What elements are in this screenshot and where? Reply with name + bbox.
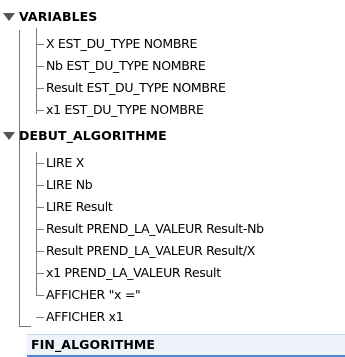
item-connector-line (36, 295, 44, 296)
tree-item[interactable]: LIRE Result (0, 196, 345, 218)
tree-item[interactable]: AFFICHER x1 (0, 306, 345, 328)
algorithm-tree: VARIABLES X EST_DU_TYPE NOMBRE Nb EST_DU… (0, 0, 345, 357)
item-connector-line (36, 273, 44, 274)
instruction-line: Result PREND_LA_VALEUR Result/X (46, 243, 256, 258)
tree-node-debut-algorithme[interactable]: DEBUT_ALGORITHME (0, 125, 345, 147)
section-label-debut: DEBUT_ALGORITHME (19, 128, 167, 143)
variable-declaration: X EST_DU_TYPE NOMBRE (46, 36, 198, 51)
instruction-line: LIRE Result (46, 199, 113, 214)
item-connector-line (36, 207, 44, 208)
tree-item[interactable]: Result EST_DU_TYPE NOMBRE (0, 77, 345, 99)
instruction-line: AFFICHER x1 (46, 309, 124, 324)
section-label-fin: FIN_ALGORITHME (31, 337, 156, 352)
instruction-line: AFFICHER "x =" (46, 287, 141, 302)
tree-item[interactable]: Nb EST_DU_TYPE NOMBRE (0, 55, 345, 77)
tree-item[interactable]: LIRE Nb (0, 174, 345, 196)
variable-declaration: x1 EST_DU_TYPE NOMBRE (46, 102, 204, 117)
instruction-line: x1 PREND_LA_VALEUR Result (46, 265, 221, 280)
tree-node-variables[interactable]: VARIABLES (0, 6, 345, 28)
item-connector-line (36, 251, 44, 252)
instruction-line: LIRE Nb (46, 177, 93, 192)
tree-node-fin-algorithme[interactable]: FIN_ALGORITHME (0, 334, 345, 356)
item-connector-line (36, 317, 44, 318)
instruction-line: LIRE X (46, 155, 84, 170)
tree-item[interactable]: X EST_DU_TYPE NOMBRE (0, 33, 345, 55)
tree-item[interactable]: Result PREND_LA_VALEUR Result-Nb (0, 218, 345, 240)
triangle-down-icon[interactable] (2, 130, 16, 142)
tree-item[interactable]: AFFICHER "x =" (0, 284, 345, 306)
instruction-line: Result PREND_LA_VALEUR Result-Nb (46, 221, 264, 236)
item-connector-line (36, 229, 44, 230)
variable-declaration: Result EST_DU_TYPE NOMBRE (46, 80, 226, 95)
section-label-variables: VARIABLES (19, 9, 98, 24)
item-connector-line (36, 163, 44, 164)
item-connector-line (36, 66, 44, 67)
variable-declaration: Nb EST_DU_TYPE NOMBRE (46, 58, 206, 73)
item-connector-line (36, 110, 44, 111)
triangle-down-icon[interactable] (2, 11, 16, 23)
tree-item[interactable]: LIRE X (0, 152, 345, 174)
item-connector-line (36, 88, 44, 89)
tree-item[interactable]: x1 PREND_LA_VALEUR Result (0, 262, 345, 284)
item-connector-line (36, 185, 44, 186)
tree-item[interactable]: Result PREND_LA_VALEUR Result/X (0, 240, 345, 262)
tree-item[interactable]: x1 EST_DU_TYPE NOMBRE (0, 99, 345, 121)
item-connector-line (36, 44, 44, 45)
